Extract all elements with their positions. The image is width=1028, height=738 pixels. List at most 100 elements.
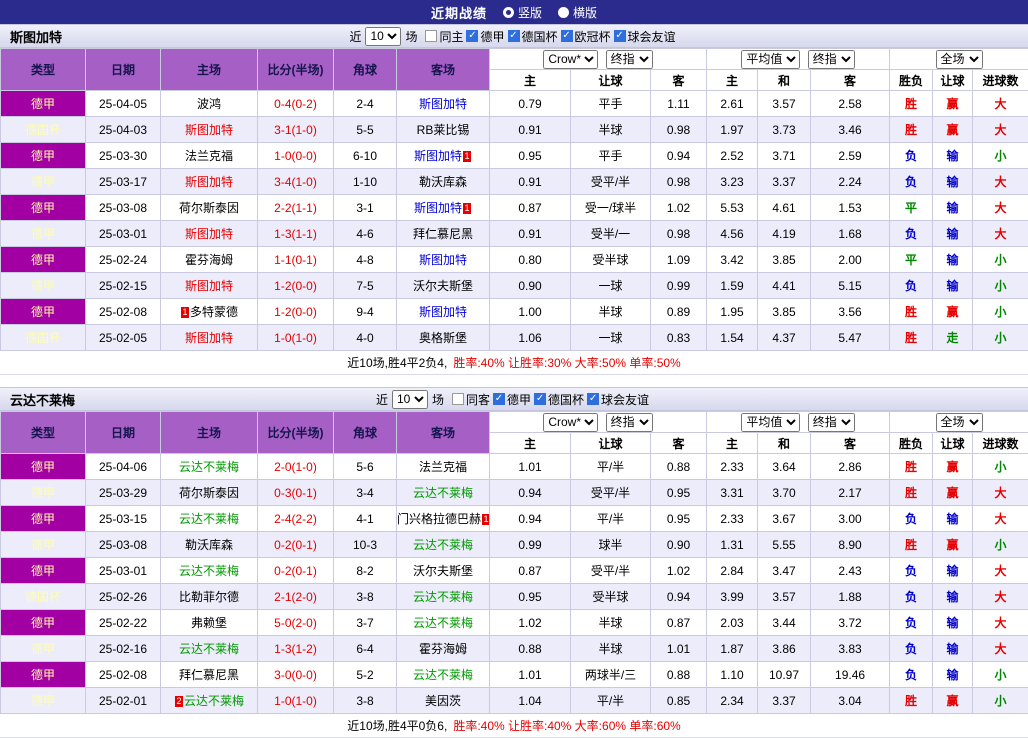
away-team[interactable]: 斯图加特1 [397,195,490,221]
avg-source-select[interactable]: 平均值 [741,413,800,432]
match-date: 25-02-15 [86,273,161,299]
away-team[interactable]: 云达不莱梅 [397,532,490,558]
away-team[interactable]: RB莱比锡 [397,117,490,143]
avg-source-select[interactable]: 平均值 [741,50,800,69]
away-team[interactable]: 云达不莱梅 [397,662,490,688]
away-odds: 1.01 [651,636,707,662]
away-team[interactable]: 勒沃库森 [397,169,490,195]
col-header-avg-home: 主 [707,433,758,454]
match-score[interactable]: 3-0(0-0) [258,662,334,688]
result-handicap: 输 [933,610,973,636]
avg-time-select[interactable]: 终指 [808,50,855,69]
match-score[interactable]: 2-4(2-2) [258,506,334,532]
away-team[interactable]: 斯图加特 [397,91,490,117]
away-team[interactable]: 门兴格拉德巴赫1 [397,506,490,532]
away-team[interactable]: 云达不莱梅 [397,610,490,636]
away-team[interactable]: 法兰克福 [397,454,490,480]
col-header-odds-away: 客 [651,433,707,454]
away-team[interactable]: 云达不莱梅 [397,480,490,506]
home-team[interactable]: 斯图加特 [161,117,258,143]
home-team[interactable]: 波鸿 [161,91,258,117]
match-score[interactable]: 1-1(0-1) [258,247,334,273]
match-score[interactable]: 1-0(0-0) [258,143,334,169]
away-team[interactable]: 斯图加特1 [397,143,490,169]
home-team[interactable]: 云达不莱梅 [161,558,258,584]
away-team[interactable]: 霍芬海姆 [397,636,490,662]
match-score[interactable]: 1-2(0-0) [258,299,334,325]
layout-radio-selected[interactable]: 竖版 [503,4,542,21]
avg-home-odds: 2.61 [707,91,758,117]
filter-checkbox[interactable]: 同主 [425,28,463,45]
match-score[interactable]: 0-4(0-2) [258,91,334,117]
home-odds: 0.90 [490,273,571,299]
layout-radio-option[interactable]: 横版 [558,4,597,21]
away-team[interactable]: 奥格斯堡 [397,325,490,351]
home-team[interactable]: 拜仁慕尼黑 [161,662,258,688]
result-handicap: 赢 [933,91,973,117]
match-score[interactable]: 2-0(1-0) [258,454,334,480]
filter-checkbox[interactable]: ✓德国杯 [508,28,558,45]
filter-checkbox[interactable]: ✓德甲 [466,28,504,45]
scope-select[interactable]: 全场 [936,413,983,432]
match-score[interactable]: 5-0(2-0) [258,610,334,636]
match-count-select[interactable]: 10 [392,390,428,409]
away-team[interactable]: 斯图加特 [397,247,490,273]
home-team[interactable]: 云达不莱梅 [161,636,258,662]
home-team[interactable]: 斯图加特 [161,325,258,351]
home-team[interactable]: 霍芬海姆 [161,247,258,273]
avg-time-select[interactable]: 终指 [808,413,855,432]
home-team[interactable]: 比勒菲尔德 [161,584,258,610]
home-team[interactable]: 弗赖堡 [161,610,258,636]
away-team[interactable]: 斯图加特 [397,299,490,325]
filter-checkbox[interactable]: ✓球会友谊 [614,28,676,45]
avg-draw-odds: 3.37 [758,169,811,195]
match-score[interactable]: 2-2(1-1) [258,195,334,221]
odds-time-select[interactable]: 终指 [606,413,653,432]
match-score[interactable]: 2-1(2-0) [258,584,334,610]
filter-checkbox[interactable]: ✓欧冠杯 [561,28,611,45]
away-team[interactable]: 拜仁慕尼黑 [397,221,490,247]
match-score[interactable]: 0-3(0-1) [258,480,334,506]
handicap-line: 受一/球半 [571,195,651,221]
filter-checkbox[interactable]: ✓德甲 [493,391,531,408]
home-team[interactable]: 云达不莱梅 [161,506,258,532]
match-score[interactable]: 3-4(1-0) [258,169,334,195]
avg-dropdown-group: 平均值 终指 [707,412,890,433]
home-team[interactable]: 荷尔斯泰因 [161,195,258,221]
home-team[interactable]: 荷尔斯泰因 [161,480,258,506]
away-team[interactable]: 沃尔夫斯堡 [397,558,490,584]
match-score[interactable]: 1-3(1-1) [258,221,334,247]
match-type: 德甲 [1,532,86,558]
result-outcome: 胜 [890,532,933,558]
home-team[interactable]: 勒沃库森 [161,532,258,558]
filter-checkbox[interactable]: ✓德国杯 [534,391,584,408]
home-team[interactable]: 斯图加特 [161,273,258,299]
match-score[interactable]: 0-2(0-1) [258,532,334,558]
team-name: 云达不莱梅 [179,512,239,526]
match-score[interactable]: 1-3(1-2) [258,636,334,662]
home-team[interactable]: 云达不莱梅 [161,454,258,480]
radio-icon [558,7,569,18]
home-team[interactable]: 法兰克福 [161,143,258,169]
away-team[interactable]: 云达不莱梅 [397,584,490,610]
scope-select[interactable]: 全场 [936,50,983,69]
match-count-select[interactable]: 10 [365,27,401,46]
home-team[interactable]: 斯图加特 [161,221,258,247]
odds-source-select[interactable]: Crow* [543,413,598,432]
home-team[interactable]: 2云达不莱梅 [161,688,258,714]
match-score[interactable]: 3-1(1-0) [258,117,334,143]
odds-time-select[interactable]: 终指 [606,50,653,69]
away-odds: 0.88 [651,454,707,480]
match-score[interactable]: 1-0(1-0) [258,688,334,714]
col-header-avg-draw: 和 [758,433,811,454]
away-team[interactable]: 沃尔夫斯堡 [397,273,490,299]
odds-source-select[interactable]: Crow* [543,50,598,69]
match-score[interactable]: 0-2(0-1) [258,558,334,584]
match-score[interactable]: 1-2(0-0) [258,273,334,299]
home-team[interactable]: 斯图加特 [161,169,258,195]
match-score[interactable]: 1-0(1-0) [258,325,334,351]
home-team[interactable]: 1多特蒙德 [161,299,258,325]
filter-checkbox[interactable]: ✓球会友谊 [587,391,649,408]
filter-checkbox[interactable]: 同客 [452,391,490,408]
away-team[interactable]: 美因茨 [397,688,490,714]
